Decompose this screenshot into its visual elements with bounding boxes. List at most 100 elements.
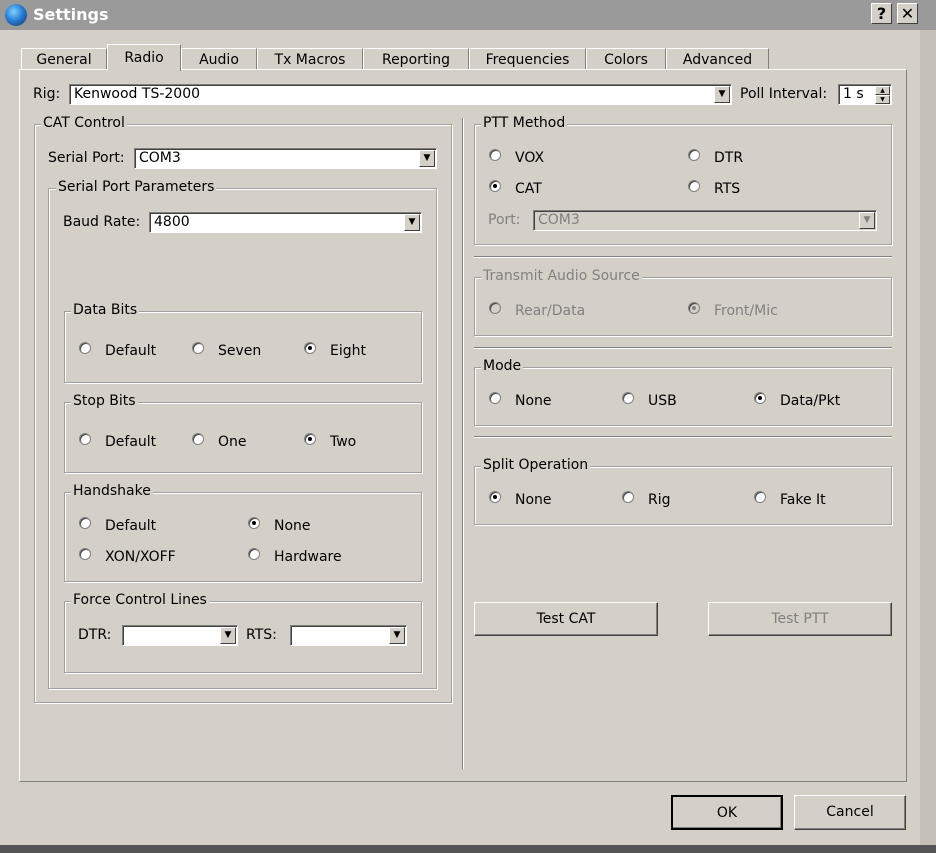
- ptt-cat-radio[interactable]: [489, 180, 501, 192]
- ptt-dtr-label: DTR: [714, 150, 744, 166]
- ptt-port-select[interactable]: COM3 ▼: [533, 210, 877, 231]
- rig-label: Rig:: [33, 86, 61, 102]
- split-rig-label: Rig: [648, 492, 671, 508]
- spin-up-icon[interactable]: ▲: [875, 86, 890, 95]
- tab-reporting[interactable]: Reporting: [363, 48, 469, 70]
- title-bar: Settings ? ✕: [0, 0, 936, 30]
- ptt-vox-label: VOX: [515, 150, 545, 166]
- ok-button[interactable]: OK: [671, 795, 783, 830]
- chevron-down-icon[interactable]: ▼: [714, 86, 730, 103]
- handshake-default-label: Default: [105, 518, 157, 534]
- spin-down-icon[interactable]: ▼: [875, 95, 890, 104]
- poll-interval-value: 1 s: [843, 86, 864, 102]
- rts-select[interactable]: ▼: [290, 625, 407, 646]
- transmit-audio-source-title: Transmit Audio Source: [481, 268, 642, 284]
- stop-bits-two-label: Two: [330, 434, 357, 450]
- split-none-radio[interactable]: [489, 491, 501, 503]
- dtr-select[interactable]: ▼: [122, 625, 238, 646]
- column-separator: [462, 118, 463, 769]
- data-bits-eight-radio[interactable]: [304, 342, 316, 354]
- tab-audio[interactable]: Audio: [181, 48, 257, 70]
- data-bits-default-label: Default: [105, 343, 157, 359]
- ptt-rts-radio[interactable]: [688, 180, 700, 192]
- handshake-title: Handshake: [71, 483, 153, 499]
- data-bits-seven-radio[interactable]: [192, 342, 204, 354]
- ptt-rts-label: RTS: [714, 181, 741, 197]
- window-title: Settings: [33, 5, 109, 24]
- baud-rate-select[interactable]: 4800 ▼: [149, 212, 422, 233]
- stop-bits-one-radio[interactable]: [192, 433, 204, 445]
- stop-bits-two-radio[interactable]: [304, 433, 316, 445]
- handshake-default-radio[interactable]: [79, 517, 91, 529]
- poll-interval-spinbox[interactable]: 1 s ▲ ▼: [838, 84, 892, 105]
- cancel-button[interactable]: Cancel: [794, 795, 906, 830]
- data-bits-title: Data Bits: [71, 302, 140, 318]
- stop-bits-one-label: One: [218, 434, 247, 450]
- ptt-vox-radio[interactable]: [489, 149, 501, 161]
- dtr-label: DTR:: [78, 627, 112, 643]
- tab-general[interactable]: General: [21, 48, 107, 70]
- tab-colors[interactable]: Colors: [586, 48, 666, 70]
- split-rig-radio[interactable]: [622, 491, 634, 503]
- chevron-down-icon[interactable]: ▼: [419, 150, 435, 167]
- mode-datapkt-radio[interactable]: [754, 392, 766, 404]
- mode-usb-label: USB: [648, 393, 677, 409]
- rig-select[interactable]: Kenwood TS-2000 ▼: [69, 84, 732, 105]
- ptt-port-value: COM3: [538, 212, 580, 228]
- mode-usb-radio[interactable]: [622, 392, 634, 404]
- data-bits-eight-label: Eight: [330, 343, 366, 359]
- separator: [474, 256, 892, 257]
- handshake-hardware-label: Hardware: [274, 549, 342, 565]
- poll-interval-label: Poll Interval:: [740, 86, 828, 102]
- help-button[interactable]: ?: [871, 3, 892, 24]
- tab-tx-macros[interactable]: Tx Macros: [257, 48, 363, 70]
- background-window-bottom: [0, 845, 936, 853]
- handshake-hardware-radio[interactable]: [248, 548, 260, 560]
- baud-rate-value: 4800: [154, 214, 190, 230]
- split-fakeit-radio[interactable]: [754, 491, 766, 503]
- rts-label: RTS:: [246, 627, 277, 643]
- close-button[interactable]: ✕: [897, 3, 918, 24]
- chevron-down-icon[interactable]: ▼: [220, 627, 236, 644]
- chevron-down-icon[interactable]: ▼: [404, 214, 420, 231]
- tx-audio-front-label: Front/Mic: [714, 303, 778, 319]
- ptt-cat-label: CAT: [515, 181, 542, 197]
- separator: [474, 436, 892, 437]
- force-control-lines-title: Force Control Lines: [71, 592, 209, 608]
- mode-title: Mode: [481, 358, 524, 374]
- app-globe-icon: [5, 4, 27, 26]
- mode-none-label: None: [515, 393, 552, 409]
- data-bits-default-radio[interactable]: [79, 342, 91, 354]
- split-operation-title: Split Operation: [481, 457, 591, 473]
- stop-bits-default-radio[interactable]: [79, 433, 91, 445]
- serial-port-label: Serial Port:: [48, 150, 125, 166]
- ptt-port-label: Port:: [488, 212, 521, 228]
- ptt-dtr-radio[interactable]: [688, 149, 700, 161]
- split-fakeit-label: Fake It: [780, 492, 826, 508]
- tab-frequencies[interactable]: Frequencies: [469, 48, 586, 70]
- tx-audio-front-radio[interactable]: [688, 302, 700, 314]
- tx-audio-rear-radio[interactable]: [489, 302, 501, 314]
- data-bits-seven-label: Seven: [218, 343, 262, 359]
- cat-control-title: CAT Control: [41, 115, 127, 131]
- baud-rate-label: Baud Rate:: [63, 214, 141, 230]
- rig-value: Kenwood TS-2000: [74, 86, 201, 102]
- handshake-xonxoff-radio[interactable]: [79, 548, 91, 560]
- tab-advanced[interactable]: Advanced: [666, 48, 769, 70]
- stop-bits-default-label: Default: [105, 434, 157, 450]
- chevron-down-icon[interactable]: ▼: [859, 212, 875, 229]
- background-window-edge: [920, 30, 936, 853]
- chevron-down-icon[interactable]: ▼: [389, 627, 405, 644]
- tab-radio[interactable]: Radio: [107, 44, 181, 71]
- serial-port-value: COM3: [139, 150, 181, 166]
- handshake-group: [64, 492, 422, 582]
- handshake-none-radio[interactable]: [248, 517, 260, 529]
- mode-none-radio[interactable]: [489, 392, 501, 404]
- test-cat-button[interactable]: Test CAT: [474, 602, 658, 636]
- serial-port-select[interactable]: COM3 ▼: [134, 148, 437, 169]
- ptt-method-title: PTT Method: [481, 115, 568, 131]
- split-none-label: None: [515, 492, 552, 508]
- test-ptt-button[interactable]: Test PTT: [708, 602, 892, 636]
- tx-audio-rear-label: Rear/Data: [515, 303, 586, 319]
- serial-port-parameters-title: Serial Port Parameters: [56, 179, 217, 195]
